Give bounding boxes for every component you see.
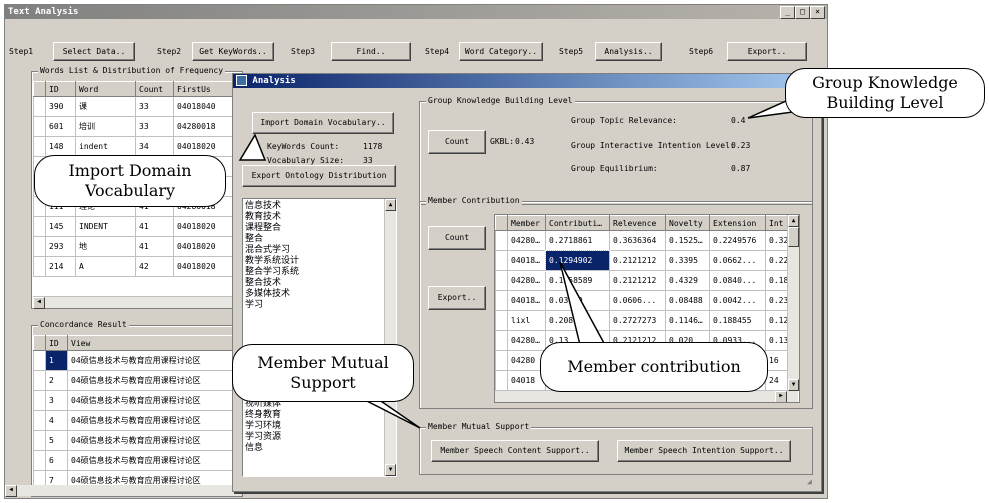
callout-gkbl-text: Group Knowledge Building Level — [812, 73, 958, 112]
callout-mutual-support-text: Member Mutual Support — [257, 353, 389, 392]
callout-import-vocab: Import Domain Vocabulary — [34, 155, 226, 207]
member-contribution-pointer — [559, 261, 607, 346]
import-vocab-pointer — [238, 133, 267, 161]
callout-gkbl: Group Knowledge Building Level — [785, 68, 985, 118]
callout-mutual-support: Member Mutual Support — [232, 344, 414, 402]
callout-import-vocab-text: Import Domain Vocabulary — [68, 161, 192, 200]
callout-member-contribution: Member contribution — [540, 342, 768, 392]
callout-member-contribution-text: Member contribution — [567, 357, 741, 376]
